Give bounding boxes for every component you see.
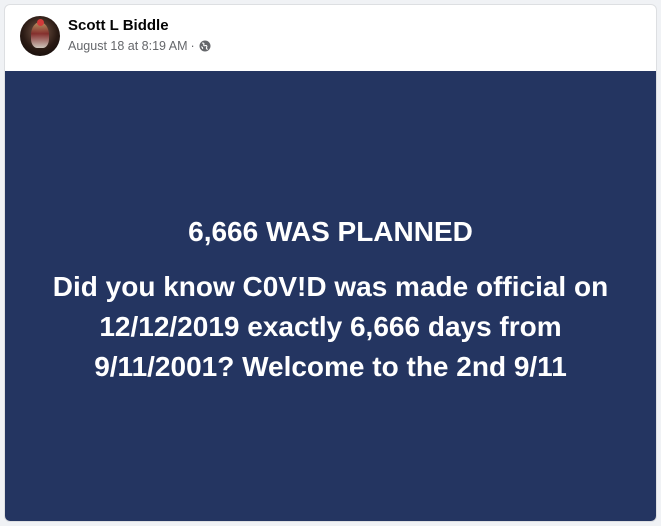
image-line: 12/12/2019 exactly 6,666 days from [99, 311, 562, 342]
image-line: Did you know C0V!D was made official on [52, 271, 609, 302]
post-image[interactable]: 6,666 WAS PLANNED Did you know C0V!D was… [5, 71, 656, 521]
image-body-text: Did you know C0V!D was made official on … [5, 267, 656, 387]
author-name[interactable]: Scott L Biddle [68, 17, 169, 34]
post-meta: August 18 at 8:19 AM · [68, 39, 211, 53]
image-line: 9/11/2001? Welcome to the 2nd 9/11 [94, 351, 567, 382]
post-card: Scott L Biddle August 18 at 8:19 AM · 6,… [4, 4, 657, 522]
meta-separator: · [190, 39, 195, 53]
post-timestamp[interactable]: August 18 at 8:19 AM [68, 39, 188, 53]
globe-icon[interactable] [199, 40, 211, 52]
image-headline: 6,666 WAS PLANNED [188, 216, 473, 247]
avatar-dot [37, 19, 44, 26]
post-header: Scott L Biddle August 18 at 8:19 AM · [5, 5, 656, 71]
avatar[interactable] [20, 16, 60, 56]
